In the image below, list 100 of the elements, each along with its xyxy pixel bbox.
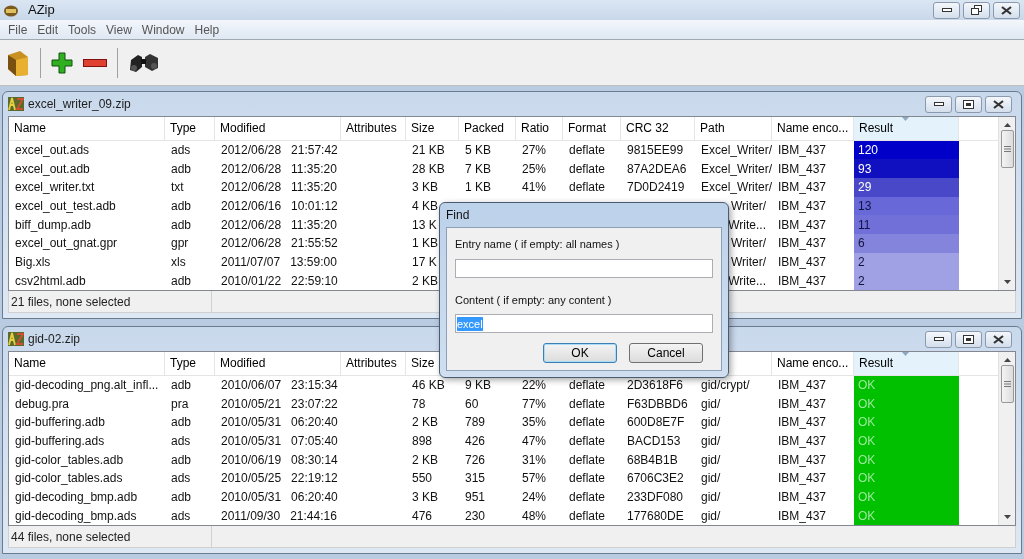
scrollbar[interactable] xyxy=(998,352,1015,525)
column-header[interactable]: Format xyxy=(568,119,606,138)
table-cell-text: 41% xyxy=(522,179,547,197)
close-button[interactable] xyxy=(993,1,1020,19)
column-header[interactable]: Attributes xyxy=(346,354,397,373)
table-cell-text: adb xyxy=(171,216,192,234)
grip-icon xyxy=(1003,381,1011,387)
table-cell-text: 2012/06/28 11:35:20 xyxy=(221,179,337,197)
column-header[interactable]: Name enco... xyxy=(777,119,849,138)
scroll-thumb[interactable] xyxy=(1000,365,1014,403)
table-cell-text: 7D0D2419 xyxy=(627,179,685,197)
table-cell-text: gpr xyxy=(171,235,189,253)
maximize-button[interactable] xyxy=(955,95,982,113)
column-header[interactable]: Size xyxy=(411,354,435,373)
scroll-down-icon xyxy=(1003,515,1011,519)
table-cell-text: 60 xyxy=(465,395,479,413)
table-cell-text: 2010/05/31 06:20:40 xyxy=(221,414,338,432)
column-header[interactable]: Packed xyxy=(464,119,505,138)
restore-button[interactable] xyxy=(963,1,990,19)
table-cell-text: deflate xyxy=(569,432,606,450)
column-header[interactable]: Modified xyxy=(220,119,266,138)
table-cell-text: Writer/ xyxy=(730,235,766,253)
dialog-button[interactable]: OK xyxy=(543,343,617,363)
grip-icon xyxy=(1003,146,1011,152)
column-header[interactable]: CRC 32 xyxy=(626,119,669,138)
menu-item[interactable]: Tools xyxy=(63,20,102,39)
table-cell-text: 2011/09/30 21:44:16 xyxy=(221,507,337,525)
sort-icon xyxy=(902,352,909,356)
table-cell-text: 21 KB xyxy=(412,141,445,159)
table-cell-text: 31% xyxy=(522,451,547,469)
column-header[interactable]: Type xyxy=(170,354,196,373)
table-cell-text: deflate xyxy=(569,179,606,197)
table-cell-text: IBM_437 xyxy=(778,470,827,488)
table-cell-text: excel_writer.txt xyxy=(15,179,95,197)
table-cell-text: IBM_437 xyxy=(778,488,827,506)
menu-item[interactable]: File xyxy=(3,20,33,39)
minimize-button[interactable] xyxy=(933,1,960,19)
column-header[interactable]: Attributes xyxy=(346,119,397,138)
scroll-down-icon xyxy=(1003,280,1011,284)
open-archive-icon[interactable] xyxy=(6,48,30,77)
table-cell-text: 17 K xyxy=(412,253,437,271)
menu-item[interactable]: View xyxy=(101,20,137,39)
scroll-thumb[interactable] xyxy=(1000,130,1014,168)
table-cell-text: 48% xyxy=(522,507,547,525)
column-header[interactable]: Type xyxy=(170,119,196,138)
table-cell-text: 2011/07/07 13:59:00 xyxy=(221,253,337,271)
table-cell-text: csv2html.adb xyxy=(15,272,86,290)
maximize-button[interactable] xyxy=(955,330,982,348)
minimize-icon xyxy=(933,337,944,341)
table-cell-text: ads xyxy=(171,470,191,488)
sort-icon xyxy=(902,117,909,121)
table-cell-text: 78 xyxy=(412,395,426,413)
column-header[interactable]: Name enco... xyxy=(777,354,849,373)
result-cell: 11 xyxy=(854,215,959,234)
table-cell-text: gid/ xyxy=(701,451,721,469)
table-cell-text: 2012/06/28 11:35:20 xyxy=(221,216,337,234)
table-cell-text: 22% xyxy=(522,376,547,394)
table-cell-text: IBM_437 xyxy=(778,235,827,253)
minimize-icon xyxy=(933,102,944,106)
table-cell-text: deflate xyxy=(569,414,606,432)
minimize-button[interactable] xyxy=(925,330,952,348)
table-cell-text: 2012/06/28 21:57:42 xyxy=(221,141,338,159)
table-cell-text: deflate xyxy=(569,160,606,178)
column-header[interactable]: Ratio xyxy=(521,119,549,138)
binoculars-icon[interactable] xyxy=(128,51,160,74)
table-cell-text: 24% xyxy=(522,488,547,506)
table-cell-text: Excel_Writer/ xyxy=(701,179,773,197)
menu-item[interactable]: Help xyxy=(189,20,225,39)
table-cell-text: BACD153 xyxy=(627,432,681,450)
table-cell-text: 5 KB xyxy=(465,141,491,159)
table-cell-text: F63DBBD6 xyxy=(627,395,688,413)
maximize-icon xyxy=(963,334,974,344)
column-header[interactable]: Size xyxy=(411,119,435,138)
column-header[interactable]: Name xyxy=(14,354,46,373)
close-button[interactable] xyxy=(985,95,1012,113)
status-text: 21 files, none selected xyxy=(11,293,131,311)
table-cell-text: gid-decoding_bmp.adb xyxy=(15,488,138,506)
table-cell-text: 57% xyxy=(522,470,547,488)
menu-item[interactable]: Edit xyxy=(32,20,64,39)
table-cell-text: IBM_437 xyxy=(778,216,827,234)
table-cell-text: adb xyxy=(171,160,192,178)
table-cell-text: gid-buffering.ads xyxy=(15,432,105,450)
table-cell-text: Writer/ xyxy=(730,197,766,215)
table-cell-text: Excel_Writer/ xyxy=(701,160,773,178)
table-cell-text: gid/ xyxy=(701,432,721,450)
table-cell-text: IBM_437 xyxy=(778,414,827,432)
table-cell-text: IBM_437 xyxy=(778,179,827,197)
column-header[interactable]: Modified xyxy=(220,354,266,373)
close-button[interactable] xyxy=(985,330,1012,348)
text-field[interactable] xyxy=(455,258,713,278)
add-icon[interactable] xyxy=(51,51,73,74)
table-cell-text: debug.pra xyxy=(15,395,70,413)
column-header[interactable]: Path xyxy=(700,119,725,138)
scrollbar[interactable] xyxy=(998,117,1015,290)
menu-item[interactable]: Window xyxy=(136,20,190,39)
minimize-button[interactable] xyxy=(925,95,952,113)
column-header[interactable]: Name xyxy=(14,119,46,138)
remove-icon[interactable] xyxy=(83,58,107,67)
table-cell-text: Writer/ xyxy=(730,253,766,271)
dialog-button[interactable]: Cancel xyxy=(629,343,703,363)
